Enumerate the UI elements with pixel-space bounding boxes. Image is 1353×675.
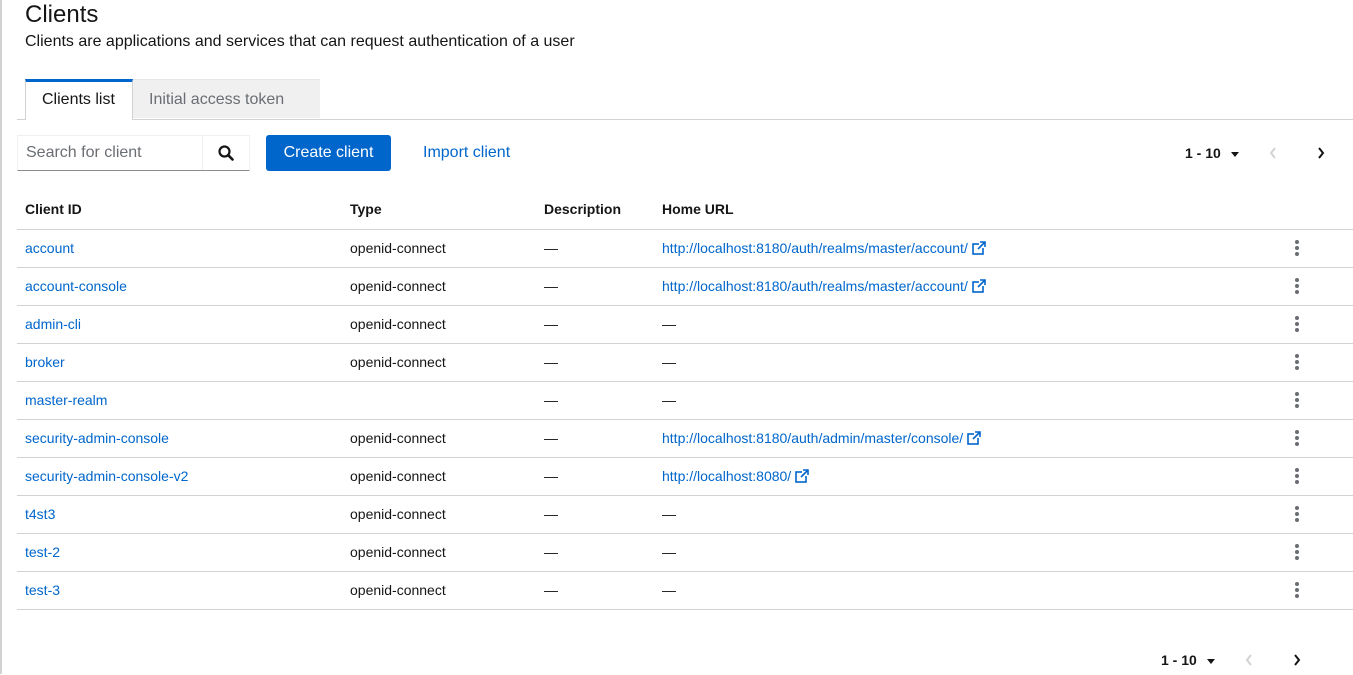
client-id-link[interactable]: admin-cli	[25, 315, 81, 333]
tab-bar: Clients list Initial access token	[17, 79, 1353, 120]
row-actions-kebab-icon[interactable]	[1292, 429, 1302, 447]
row-actions-kebab-icon[interactable]	[1292, 315, 1302, 333]
left-border	[0, 0, 2, 674]
client-description: —	[544, 278, 558, 294]
table-row: test-3 openid-connect — —	[17, 571, 1353, 610]
client-type: openid-connect	[350, 430, 446, 446]
client-type: openid-connect	[350, 544, 446, 560]
tab-initial-access-token[interactable]: Initial access token	[133, 79, 320, 118]
client-id-link[interactable]: security-admin-console-v2	[25, 467, 188, 485]
pagination-toggle-top[interactable]: 1 - 10	[1185, 138, 1239, 168]
search-box	[17, 135, 250, 171]
client-id-link[interactable]: test-2	[25, 543, 60, 561]
previous-page-button[interactable]	[1239, 645, 1259, 675]
pagination-toggle-bottom[interactable]: 1 - 10	[1161, 645, 1215, 675]
row-actions-kebab-icon[interactable]	[1292, 581, 1302, 599]
column-header-client-id: Client ID	[25, 201, 82, 217]
search-button[interactable]	[202, 136, 249, 170]
next-page-button[interactable]	[1287, 645, 1307, 675]
home-url-text: http://localhost:8180/auth/admin/master/…	[662, 430, 964, 446]
caret-down-icon	[1230, 151, 1239, 157]
pagination-label: 1 - 10	[1161, 652, 1197, 668]
row-actions-kebab-icon[interactable]	[1292, 505, 1302, 523]
row-actions-kebab-icon[interactable]	[1292, 277, 1302, 295]
column-header-home-url: Home URL	[662, 201, 734, 217]
client-type: openid-connect	[350, 316, 446, 332]
row-actions-kebab-icon[interactable]	[1292, 467, 1302, 485]
client-id-link[interactable]: master-realm	[25, 391, 107, 409]
home-url-empty: —	[662, 316, 676, 332]
chevron-right-icon	[1318, 147, 1325, 159]
client-id-link[interactable]: account-console	[25, 277, 127, 295]
client-type: openid-connect	[350, 240, 446, 256]
row-actions-kebab-icon[interactable]	[1292, 391, 1302, 409]
page-subtitle: Clients are applications and services th…	[25, 33, 575, 50]
row-actions-kebab-icon[interactable]	[1292, 543, 1302, 561]
client-type: openid-connect	[350, 468, 446, 484]
home-url-link[interactable]: http://localhost:8180/auth/realms/master…	[662, 239, 986, 257]
home-url-text: http://localhost:8180/auth/realms/master…	[662, 278, 968, 294]
client-description: —	[544, 582, 558, 598]
client-description: —	[544, 392, 558, 408]
home-url-link[interactable]: http://localhost:8080/	[662, 467, 810, 485]
client-id-link[interactable]: account	[25, 239, 74, 257]
client-id-link[interactable]: broker	[25, 353, 65, 371]
home-url-empty: —	[662, 354, 676, 370]
client-type: openid-connect	[350, 582, 446, 598]
client-id-link[interactable]: test-3	[25, 581, 60, 599]
home-url-empty: —	[662, 392, 676, 408]
table-row: master-realm — —	[17, 381, 1353, 420]
client-description: —	[544, 354, 558, 370]
chevron-left-icon	[1245, 654, 1252, 666]
client-description: —	[544, 316, 558, 332]
row-actions-kebab-icon[interactable]	[1292, 353, 1302, 371]
external-link-icon	[795, 469, 810, 483]
home-url-text: http://localhost:8080/	[662, 468, 792, 484]
table-row: broker openid-connect — —	[17, 343, 1353, 382]
client-description: —	[544, 240, 558, 256]
create-client-button[interactable]: Create client	[266, 135, 391, 171]
home-url-empty: —	[662, 506, 676, 522]
tab-clients-list[interactable]: Clients list	[25, 79, 133, 120]
client-type: openid-connect	[350, 506, 446, 522]
caret-down-icon	[1206, 658, 1215, 664]
page-title: Clients	[25, 1, 99, 28]
column-header-description: Description	[544, 201, 622, 217]
next-page-button[interactable]	[1311, 138, 1331, 168]
table-row: account-console openid-connect — http://loc…	[17, 267, 1353, 306]
home-url-link[interactable]: http://localhost:8180/auth/realms/master…	[662, 277, 986, 295]
home-url-link[interactable]: http://localhost:8180/auth/admin/master/…	[662, 429, 982, 447]
table-row: security-admin-console openid-connect — htt…	[17, 419, 1353, 458]
external-link-icon	[967, 431, 982, 445]
external-link-icon	[972, 279, 986, 293]
table-row: admin-cli openid-connect — —	[17, 305, 1353, 344]
home-url-text: http://localhost:8180/auth/realms/master…	[662, 240, 968, 256]
home-url-empty: —	[662, 582, 676, 598]
search-input[interactable]	[18, 136, 204, 170]
client-id-link[interactable]: t4st3	[25, 505, 55, 523]
client-type: openid-connect	[350, 278, 446, 294]
table-row: security-admin-console-v2 openid-connect —…	[17, 457, 1353, 496]
home-url-empty: —	[662, 544, 676, 560]
client-type: openid-connect	[350, 354, 446, 370]
external-link-icon	[972, 241, 986, 255]
client-description: —	[544, 430, 558, 446]
client-description: —	[544, 544, 558, 560]
table-row: t4st3 openid-connect — —	[17, 495, 1353, 534]
column-header-type: Type	[350, 201, 382, 217]
chevron-right-icon	[1294, 654, 1301, 666]
search-icon	[218, 145, 234, 161]
row-actions-kebab-icon[interactable]	[1292, 239, 1302, 257]
client-description: —	[544, 506, 558, 522]
pagination-label: 1 - 10	[1185, 145, 1221, 161]
client-description: —	[544, 468, 558, 484]
previous-page-button[interactable]	[1263, 138, 1283, 168]
import-client-button[interactable]: Import client	[423, 135, 510, 171]
client-id-link[interactable]: security-admin-console	[25, 429, 169, 447]
table-row: test-2 openid-connect — —	[17, 533, 1353, 572]
chevron-left-icon	[1269, 147, 1276, 159]
table-row: account openid-connect — http://localhost:8…	[17, 229, 1353, 268]
